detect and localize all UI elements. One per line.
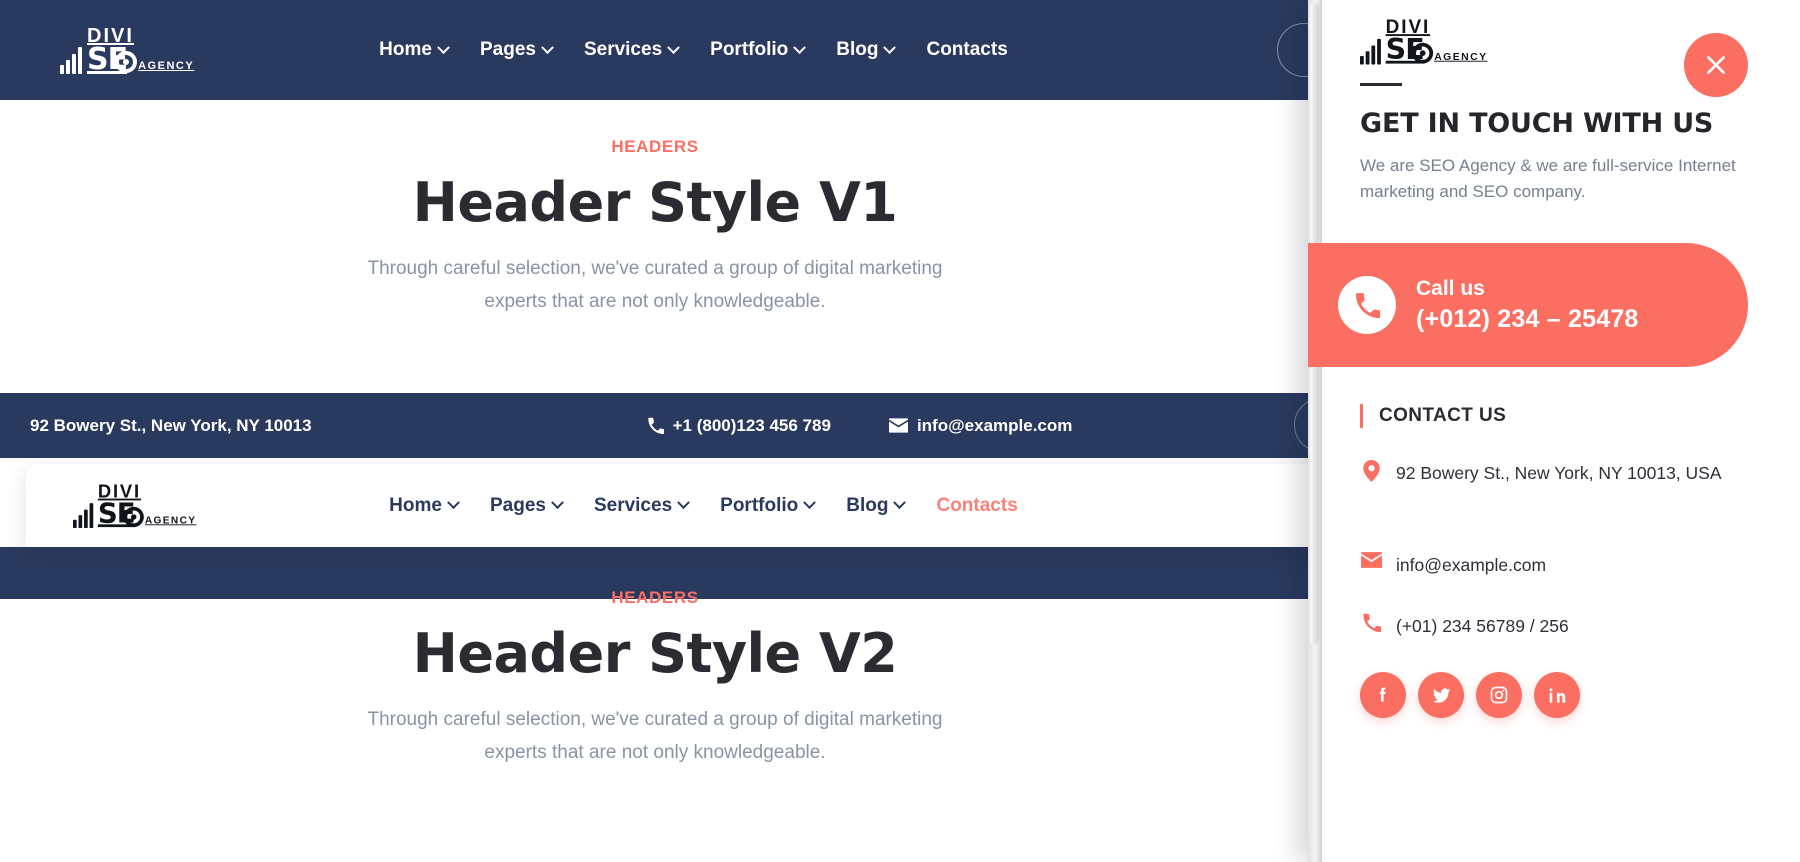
- nav-label: Services: [583, 39, 663, 60]
- social-links: [1360, 672, 1580, 718]
- contact-us-title: CONTACT US: [1360, 404, 1506, 428]
- twitter-icon: [1432, 687, 1450, 703]
- hero-subtitle-line2: experts that are not only knowledgeable.: [484, 742, 826, 764]
- social-link-instagram[interactable]: [1476, 672, 1522, 718]
- chevron-down-icon: [893, 496, 907, 510]
- contactbar-email[interactable]: info@example.com: [888, 415, 1073, 436]
- nav-label: Contacts: [936, 494, 1018, 516]
- panel-address-row: 92 Bowery St., New York, NY 10013, USA: [1360, 458, 1770, 488]
- nav-label: Home: [379, 39, 432, 60]
- nav-label: Portfolio: [720, 494, 799, 516]
- logo-bars-icon: [73, 500, 94, 528]
- navcard-item-contacts[interactable]: Contacts: [936, 495, 1017, 517]
- nav-label: Blog: [846, 494, 889, 516]
- panel-phone-text: (+01) 234 56789 / 256: [1396, 616, 1569, 636]
- chevron-down-icon: [883, 40, 897, 54]
- hero-title: Header Style V1: [412, 171, 898, 234]
- phone-icon: [1355, 293, 1380, 318]
- nav-label: Services: [593, 494, 673, 516]
- phone-icon: [1360, 611, 1382, 641]
- nav-item-contacts[interactable]: Contacts: [926, 39, 1007, 61]
- logo-ring-icon: [1412, 42, 1434, 64]
- contactbar-phone[interactable]: +1 (800)123 456 789: [647, 416, 831, 436]
- panel-divider: [1360, 82, 1402, 86]
- hero-subtitle-line1: Through careful selection, we've curated…: [367, 709, 943, 730]
- navcard-item-pages[interactable]: Pages: [489, 494, 564, 517]
- call-us-card[interactable]: Call us (+012) 234 – 25478: [1308, 243, 1748, 367]
- contactbar-email-text: info@example.com: [916, 415, 1073, 435]
- navcard-item-blog[interactable]: Blog: [846, 494, 907, 517]
- chevron-down-icon: [551, 496, 564, 510]
- hero-subtitle-line2: experts that are not only knowledgeable.: [484, 291, 826, 313]
- linkedin-icon: [1549, 687, 1565, 703]
- logo-agency-text: AGENCY: [1434, 50, 1488, 63]
- nav-item-portfolio[interactable]: Portfolio: [710, 39, 807, 61]
- secondary-navigation[interactable]: Home Pages Services Portfolio Blog Conta…: [389, 495, 1018, 517]
- panel-heading: GET IN TOUCH WITH US: [1360, 107, 1714, 139]
- contactbar-address: 92 Bowery St., New York, NY 10013: [30, 415, 312, 435]
- site-logo-panel[interactable]: DIVI SE AGENCY: [1360, 18, 1729, 65]
- logo-bars-icon: [60, 44, 82, 75]
- floating-nav-card: DIVI SE AGENCY Home Pages Services Portf…: [26, 464, 1516, 547]
- call-us-number: (+012) 234 – 25478: [1416, 304, 1639, 333]
- social-link-linkedin[interactable]: [1534, 672, 1580, 718]
- nav-label: Pages: [489, 494, 546, 516]
- primary-navigation[interactable]: Home Pages Services Portfolio Blog Conta…: [379, 39, 1008, 61]
- chevron-down-icon: [677, 496, 691, 510]
- nav-label: Contacts: [926, 39, 1008, 60]
- social-link-facebook[interactable]: [1360, 672, 1406, 718]
- hero-eyebrow: HEADERS: [611, 588, 699, 607]
- logo-bars-icon: [1360, 36, 1381, 65]
- navcard-item-services[interactable]: Services: [593, 494, 691, 517]
- nav-item-pages[interactable]: Pages: [479, 39, 554, 61]
- envelope-icon: [1360, 550, 1382, 580]
- phone-icon: [647, 417, 664, 434]
- logo-ring-icon: [123, 506, 144, 527]
- hero-section-v2: HEADERS Header Style V2 Through careful …: [0, 588, 1310, 770]
- envelope-icon: [888, 418, 908, 433]
- hero-eyebrow: HEADERS: [611, 137, 699, 156]
- chevron-down-icon: [803, 496, 817, 510]
- panel-scrollbar[interactable]: [1308, 0, 1322, 862]
- hero-title: Header Style V2: [412, 622, 898, 685]
- chevron-down-icon: [541, 40, 554, 54]
- facebook-icon: [1379, 687, 1386, 702]
- call-us-label: Call us: [1416, 276, 1485, 300]
- nav-label: Portfolio: [710, 39, 789, 60]
- hero-subtitle-line1: Through careful selection, we've curated…: [367, 258, 943, 279]
- navcard-item-portfolio[interactable]: Portfolio: [720, 494, 817, 517]
- nav-label: Blog: [836, 39, 879, 60]
- hero-section-v1: HEADERS Header Style V1 Through careful …: [0, 137, 1310, 319]
- nav-label: Home: [389, 494, 442, 516]
- chevron-down-icon: [667, 40, 681, 54]
- chevron-down-icon: [793, 40, 807, 54]
- panel-email-text: info@example.com: [1396, 555, 1547, 575]
- nav-item-home[interactable]: Home: [379, 39, 450, 61]
- nav-item-blog[interactable]: Blog: [836, 39, 897, 61]
- map-pin-icon: [1360, 458, 1382, 488]
- nav-item-services[interactable]: Services: [583, 39, 681, 61]
- nav-label: Pages: [479, 39, 536, 60]
- chevron-down-icon: [437, 40, 450, 54]
- call-us-icon-circle: [1338, 276, 1396, 334]
- logo-ring-icon: [115, 51, 138, 74]
- instagram-icon: [1490, 686, 1508, 704]
- site-logo-header[interactable]: DIVI SE AGENCY: [60, 26, 194, 75]
- panel-intro-text: We are SEO Agency & we are full-service …: [1360, 155, 1736, 202]
- logo-agency-text: AGENCY: [144, 514, 197, 526]
- page-root: DIVI SE AGENCY Home Pages Services Portf…: [0, 0, 1800, 862]
- site-logo-navcard[interactable]: DIVI SE AGENCY: [73, 483, 196, 528]
- logo-agency-text: AGENCY: [138, 60, 195, 73]
- social-link-twitter[interactable]: [1418, 672, 1464, 718]
- panel-email-row[interactable]: info@example.com: [1360, 550, 1770, 580]
- offcanvas-contact-panel: DIVI SE AGENCY GET IN TOUCH WITH US We a…: [1308, 0, 1800, 862]
- contactbar-phone-text: +1 (800)123 456 789: [672, 415, 831, 435]
- panel-address-text: 92 Bowery St., New York, NY 10013, USA: [1396, 463, 1722, 483]
- navcard-item-home[interactable]: Home: [389, 494, 460, 517]
- chevron-down-icon: [447, 496, 460, 510]
- panel-phone-row[interactable]: (+01) 234 56789 / 256: [1360, 611, 1770, 641]
